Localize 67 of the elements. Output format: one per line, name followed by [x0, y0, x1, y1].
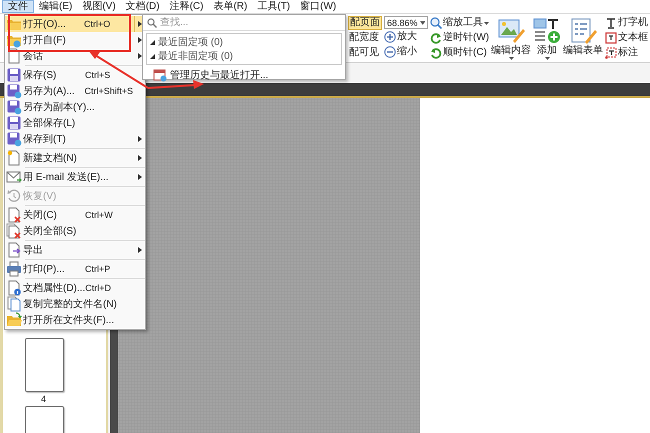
- annotation-tool-button[interactable]: 打字机: [618, 16, 648, 30]
- callout-icon: [605, 47, 618, 59]
- menu-item[interactable]: 文档属性(D)...Ctrl+D: [5, 280, 145, 296]
- text-box-icon: [605, 32, 618, 44]
- caret-icon: [484, 22, 489, 24]
- menu-item[interactable]: 打开(O)... Ctrl+O: [5, 16, 145, 32]
- rotate-right-icon: [430, 47, 442, 59]
- zoom-in-button[interactable]: 放大: [397, 30, 417, 44]
- submenu-arrow-icon: [138, 155, 142, 161]
- menu-item[interactable]: 打印(P)... Ctrl+P: [5, 261, 145, 277]
- zoom-out-icon: [384, 46, 396, 58]
- picture-pencil-icon: [497, 17, 526, 44]
- submenu-arrow-icon: [138, 21, 142, 27]
- fit-button[interactable]: 配宽度: [348, 31, 382, 45]
- page-thumbnail[interactable]: [25, 338, 64, 392]
- search-field[interactable]: 查找...: [160, 17, 325, 28]
- zoom-out-button[interactable]: 缩小: [397, 45, 417, 59]
- menu-item[interactable]: 复制完整的文件名(N): [5, 296, 145, 312]
- caret-icon: [420, 20, 425, 24]
- add-content-icon: [533, 17, 562, 44]
- form-pencil-icon: [569, 17, 598, 44]
- fit-button[interactable]: 配可见: [348, 46, 382, 60]
- menu-bar-item[interactable]: 视图(V): [77, 0, 121, 13]
- group-header[interactable]: 最近固定项 (0): [158, 35, 223, 49]
- fit-button[interactable]: 配页面: [348, 16, 382, 30]
- zoom-dropdown[interactable]: 68.86%: [384, 16, 428, 29]
- submenu-arrow-icon: [138, 247, 142, 253]
- search-icon: [147, 18, 157, 28]
- large-toolbar-button[interactable]: 编辑表单: [563, 16, 604, 56]
- group-header[interactable]: 最近非固定项 (0): [158, 49, 233, 63]
- annotation-tool-button[interactable]: 文本框: [618, 31, 648, 45]
- typewriter-icon: [605, 17, 618, 29]
- menu-item[interactable]: 导出: [5, 242, 145, 258]
- menu-bar-item[interactable]: 编辑(E): [34, 0, 78, 13]
- submenu-arrow-icon: [138, 53, 142, 59]
- menu-item[interactable]: 关闭(C) Ctrl+W: [5, 207, 145, 223]
- zoom-tool-button[interactable]: 缩放工具: [443, 16, 483, 30]
- menu-item[interactable]: 另存为副本(Y)...: [5, 99, 145, 115]
- rotate-button[interactable]: 顺时针(C): [443, 46, 487, 60]
- menu-item[interactable]: 打开自(F): [5, 32, 145, 48]
- menu-item[interactable]: 管理历史与最近打开...: [143, 67, 345, 83]
- submenu-arrow-icon: [138, 37, 142, 43]
- page-number: 4: [40, 393, 47, 406]
- menu-bar-item[interactable]: 工具(T): [252, 0, 296, 13]
- zoom-in-icon: [384, 31, 396, 43]
- annotation-tool-button[interactable]: 标注: [618, 46, 638, 60]
- menu-item[interactable]: 全部保存(L): [5, 115, 145, 131]
- open-folder-icon: [6, 312, 22, 328]
- menu-item[interactable]: 另存为(A)... Ctrl+Shift+S: [5, 83, 145, 99]
- menu-item[interactable]: 新建文档(N): [5, 150, 145, 166]
- submenu-arrow-icon: [138, 136, 142, 142]
- menu-item[interactable]: 保存(S) Ctrl+S: [5, 67, 145, 83]
- menu-bar-item[interactable]: 表单(R): [208, 0, 252, 13]
- menu-item[interactable]: 用 E-mail 发送(E)...: [5, 169, 145, 185]
- menu-item[interactable]: 保存到(T): [5, 131, 145, 147]
- submenu-arrow-icon: [138, 174, 142, 180]
- menu-bar-item[interactable]: 注释(C): [164, 0, 208, 13]
- large-toolbar-button[interactable]: 添加: [533, 16, 562, 60]
- magnifier-icon: [430, 17, 442, 29]
- menu-bar-item[interactable]: 文件: [2, 0, 34, 13]
- menu-bar-item[interactable]: 窗口(W): [295, 0, 342, 13]
- menu-bar-item[interactable]: 文档(D): [120, 0, 165, 13]
- rotate-button[interactable]: 逆时针(W): [443, 31, 490, 45]
- menu-item[interactable]: 打开所在文件夹(F)...: [5, 312, 145, 328]
- menu-item[interactable]: 关闭全部(S): [5, 223, 145, 239]
- large-toolbar-button[interactable]: 编辑内容: [491, 16, 532, 60]
- rotate-left-icon: [430, 32, 442, 44]
